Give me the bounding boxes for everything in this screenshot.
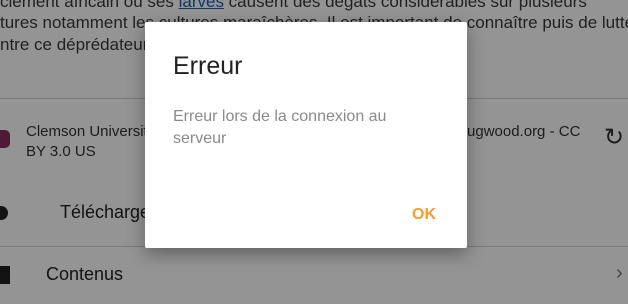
dialog-title: Erreur (173, 52, 243, 80)
dialog-message: Erreur lors de la connexion au serveur (173, 108, 387, 147)
ok-button[interactable]: OK (399, 198, 449, 232)
screen: clement africain ou ses larves causent d… (0, 0, 628, 304)
error-dialog: Erreur Erreur lors de la connexion au se… (145, 22, 467, 248)
